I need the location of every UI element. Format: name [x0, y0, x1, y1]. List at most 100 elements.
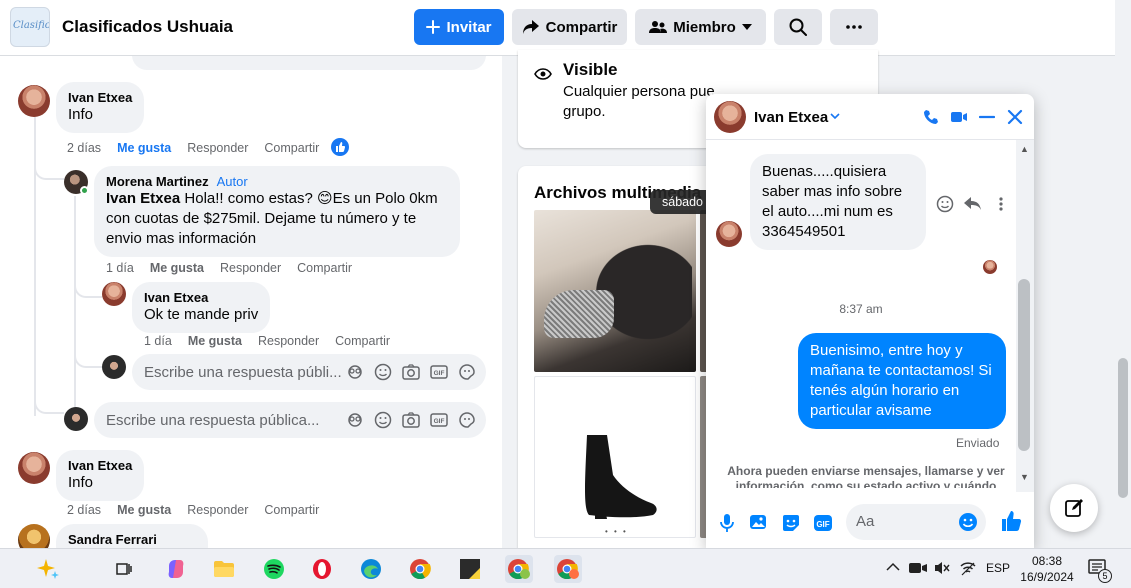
comment-author[interactable]: Sandra Ferrari — [68, 532, 196, 547]
nested-reply-input[interactable]: Escribe una respuesta públi... GIF — [132, 354, 486, 390]
file-explorer-icon[interactable] — [210, 555, 238, 583]
share-link[interactable]: Compartir — [264, 141, 319, 155]
media-thumbnail[interactable] — [534, 210, 696, 372]
chat-header[interactable]: Ivan Etxea — [706, 94, 1034, 140]
avatar[interactable] — [18, 85, 50, 117]
comment-time[interactable]: 2 días — [67, 503, 101, 517]
minimize-chat-button[interactable] — [976, 106, 998, 128]
comment-author[interactable]: Morena Martinez Autor — [106, 174, 448, 189]
message-input[interactable]: Aa — [846, 504, 986, 540]
share-link[interactable]: Compartir — [297, 261, 352, 275]
reply-button[interactable]: Responder — [258, 334, 319, 348]
share-button[interactable]: Compartir — [512, 9, 627, 45]
sticky-notes-icon[interactable] — [456, 555, 484, 583]
gif-icon[interactable]: GIF — [430, 411, 448, 429]
avatar[interactable] — [18, 524, 50, 548]
voice-clip-button[interactable] — [716, 512, 738, 534]
page-scrollbar-thumb[interactable] — [1118, 358, 1128, 498]
gif-icon[interactable]: GIF — [430, 363, 448, 381]
close-chat-button[interactable] — [1004, 106, 1026, 128]
comment-author[interactable]: Ivan Etxea — [144, 290, 258, 305]
share-arrow-icon — [522, 20, 539, 34]
avatar[interactable] — [102, 282, 126, 306]
search-button[interactable] — [774, 9, 822, 45]
chrome-profile-icon[interactable] — [554, 555, 582, 583]
spotify-icon[interactable] — [260, 555, 288, 583]
edge-icon[interactable] — [357, 555, 385, 583]
send-like-button[interactable] — [1000, 510, 1022, 532]
reply-message-button[interactable] — [963, 194, 983, 214]
emoji-icon[interactable] — [958, 512, 978, 532]
system-clock[interactable]: 08:38 16/9/2024 — [1018, 553, 1076, 585]
reply-button[interactable]: Responder — [187, 503, 248, 517]
chat-scrollbar[interactable]: ▲ ▼ — [1016, 140, 1034, 492]
task-view-icon[interactable] — [110, 555, 138, 583]
webcam-icon[interactable] — [908, 561, 928, 575]
outgoing-message[interactable]: Buenisimo, entre hoy y mañana te contact… — [798, 333, 1006, 429]
avatar[interactable] — [716, 221, 742, 247]
comment-actions: 1 día Me gusta Responder Compartir — [144, 334, 390, 348]
emoji-icon[interactable] — [374, 363, 392, 381]
avatar-sticker-icon[interactable] — [346, 363, 364, 381]
language-indicator[interactable]: ESP — [986, 561, 1010, 575]
group-logo-text: Clasificados — [13, 20, 50, 31]
comment-author[interactable]: Ivan Etxea — [68, 458, 132, 473]
copilot-sparkle-icon[interactable] — [34, 555, 62, 583]
like-button[interactable]: Me gusta — [150, 261, 204, 275]
group-logo[interactable]: Clasificados — [10, 7, 50, 47]
avatar-sticker-icon[interactable] — [346, 411, 364, 429]
react-button[interactable] — [935, 194, 955, 214]
share-link[interactable]: Compartir — [264, 503, 319, 517]
chrome-profile-icon[interactable] — [505, 555, 533, 583]
reply-button[interactable]: Responder — [220, 261, 281, 275]
message-status: Enviado — [956, 436, 1000, 450]
camera-icon[interactable] — [402, 363, 420, 381]
sticker-icon[interactable] — [458, 411, 476, 429]
emoji-icon[interactable] — [374, 411, 392, 429]
invite-button[interactable]: Invitar — [414, 9, 504, 45]
avatar[interactable] — [18, 452, 50, 484]
sticker-icon[interactable] — [458, 363, 476, 381]
media-thumbnail[interactable]: • • • — [534, 376, 696, 538]
chat-contact-name[interactable]: Ivan Etxea — [754, 109, 828, 126]
avatar[interactable] — [714, 101, 746, 133]
message-more-button[interactable] — [991, 194, 1011, 214]
like-reaction-icon[interactable] — [331, 138, 349, 156]
scroll-up-arrow[interactable]: ▲ — [1020, 144, 1029, 154]
more-options-button[interactable] — [830, 9, 878, 45]
chevron-up-icon[interactable] — [886, 562, 900, 572]
camera-icon[interactable] — [402, 411, 420, 429]
group-name[interactable]: Clasificados Ushuaia — [62, 17, 233, 37]
main-reply-input[interactable]: Escribe una respuesta pública... GIF — [94, 402, 486, 438]
sticker-button[interactable] — [780, 512, 802, 534]
reply-button[interactable]: Responder — [187, 141, 248, 155]
comment-time[interactable]: 2 días — [67, 141, 101, 155]
comment-bubble: Ivan Etxea Info — [56, 450, 145, 501]
like-button[interactable]: Me gusta — [117, 141, 171, 155]
chrome-icon[interactable] — [406, 555, 434, 583]
comment-author-name[interactable]: Morena Martinez — [106, 174, 209, 189]
comment-time[interactable]: 1 día — [144, 334, 172, 348]
voice-call-button[interactable] — [920, 106, 942, 128]
like-button[interactable]: Me gusta — [117, 503, 171, 517]
share-link[interactable]: Compartir — [335, 334, 390, 348]
comment-time[interactable]: 1 día — [106, 261, 134, 275]
incoming-message[interactable]: Buenas.....quisiera saber mas info sobre… — [750, 154, 926, 250]
video-call-button[interactable] — [948, 106, 970, 128]
comment-author[interactable]: Ivan Etxea — [68, 90, 132, 105]
member-dropdown-button[interactable]: Miembro — [635, 9, 766, 45]
gif-button[interactable]: GIF — [812, 512, 834, 534]
chevron-down-icon[interactable] — [830, 113, 840, 119]
wifi-icon[interactable] — [960, 560, 976, 576]
scroll-down-arrow[interactable]: ▼ — [1020, 472, 1029, 482]
attach-photo-button[interactable] — [748, 512, 770, 534]
comment-text: Ivan Etxea Hola!! como estas? 😊Es un Pol… — [106, 189, 448, 249]
like-button[interactable]: Me gusta — [188, 334, 242, 348]
new-message-button[interactable] — [1050, 484, 1098, 532]
opera-icon[interactable] — [308, 555, 336, 583]
chat-scrollbar-thumb[interactable] — [1018, 279, 1030, 451]
speaker-muted-icon[interactable] — [934, 560, 950, 576]
comment-mention[interactable]: Ivan Etxea — [106, 190, 180, 207]
copilot-icon[interactable] — [162, 555, 190, 583]
page-scrollbar[interactable] — [1115, 0, 1131, 548]
